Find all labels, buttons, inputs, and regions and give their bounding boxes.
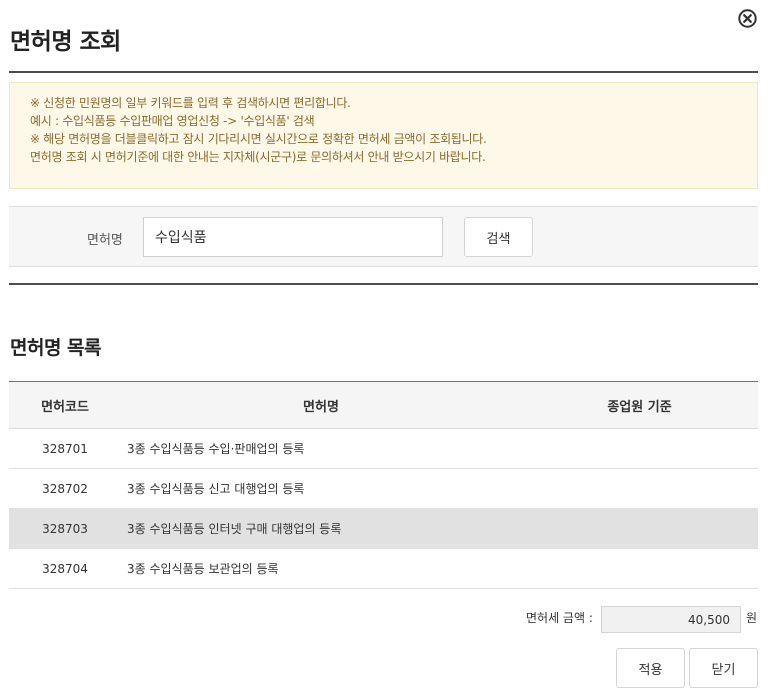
cell-code: 328703 — [9, 508, 121, 549]
fee-amount-field: 40,500 — [601, 606, 741, 633]
cell-code: 328704 — [9, 548, 121, 589]
cell-name: 3종 수입식품등 신고 대행업의 등록 — [121, 468, 521, 509]
list-title: 면허명 목록 — [10, 337, 102, 359]
page-title: 면허명 조회 — [10, 29, 121, 55]
search-label: 면허명 — [87, 233, 123, 248]
table-row-selected[interactable]: 328703 3종 수입식품등 인터넷 구매 대행업의 등록 — [9, 508, 758, 549]
notice-box: ※ 신청한 민원명의 일부 키워드를 입력 후 검색하시면 편리합니다. 예시 … — [9, 82, 758, 189]
cell-staff — [521, 508, 758, 549]
notice-line: 면허명 조회 시 면허기준에 대한 안내는 지자체(시군구)로 문의하셔서 안내… — [30, 150, 486, 164]
fee-label: 면허세 금액 : — [526, 611, 593, 625]
notice-line: ※ 신청한 민원명의 일부 키워드를 입력 후 검색하시면 편리합니다. — [30, 96, 351, 110]
close-button[interactable] — [737, 8, 758, 29]
close-circle-icon — [738, 9, 757, 28]
notice-line: ※ 해당 면허명을 더블클릭하고 잠시 기다리시면 실시간으로 정확한 면허세 … — [30, 132, 487, 146]
cell-staff — [521, 548, 758, 589]
search-panel: 면허명 검색 — [9, 206, 758, 267]
table-row[interactable]: 328704 3종 수입식품등 보관업의 등록 — [9, 548, 758, 589]
column-header-name: 면허명 — [121, 381, 521, 429]
cell-code: 328702 — [9, 468, 121, 509]
column-header-staff: 종업원 기준 — [521, 381, 758, 429]
table-row[interactable]: 328702 3종 수입식품등 신고 대행업의 등록 — [9, 468, 758, 509]
license-table: 면허코드 면허명 종업원 기준 328701 3종 수입식품등 수입·판매업의 … — [9, 381, 758, 589]
table-header-row: 면허코드 면허명 종업원 기준 — [9, 381, 758, 429]
close-dialog-button[interactable]: 닫기 — [689, 648, 758, 688]
search-button[interactable]: 검색 — [464, 217, 533, 257]
notice-line: 예시 : 수입식품등 수입판매업 영업신청 -> '수입식품' 검색 — [30, 114, 315, 128]
section-divider — [9, 283, 758, 285]
cell-name: 3종 수입식품등 보관업의 등록 — [121, 548, 521, 589]
cell-staff — [521, 468, 758, 509]
cell-name: 3종 수입식품등 수입·판매업의 등록 — [121, 428, 521, 469]
cell-staff — [521, 428, 758, 469]
search-input[interactable] — [143, 217, 443, 257]
apply-button[interactable]: 적용 — [616, 648, 685, 688]
cell-code: 328701 — [9, 428, 121, 469]
title-divider — [9, 71, 758, 73]
column-header-code: 면허코드 — [9, 381, 121, 429]
fee-unit: 원 — [746, 611, 758, 625]
cell-name: 3종 수입식품등 인터넷 구매 대행업의 등록 — [121, 508, 521, 549]
table-row[interactable]: 328701 3종 수입식품등 수입·판매업의 등록 — [9, 428, 758, 469]
